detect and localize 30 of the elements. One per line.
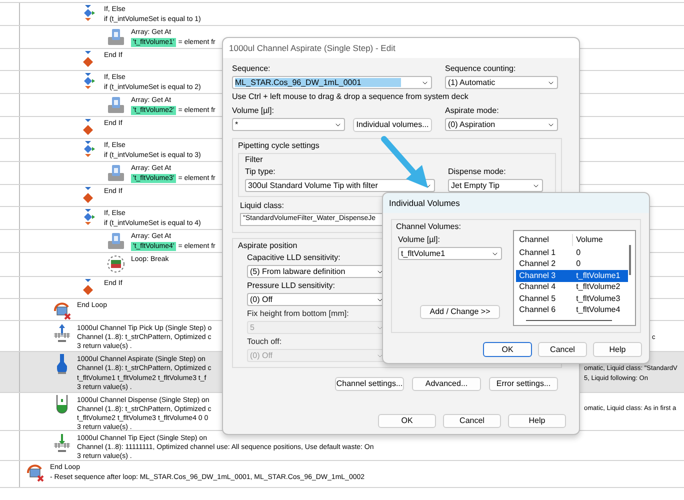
field-label: Tip type: [245,167,276,177]
field-label: Pipetting cycle settings [238,141,320,151]
list-cell-text: t_fltVolume3 [575,292,622,305]
list-cell-text: Channel 4 [518,281,557,294]
list-cell-text: Channel 2 [518,258,557,270]
field-label: Touch off: [247,337,282,347]
field-label: Filter [245,155,263,165]
list-cell-text: Channel 1 [518,246,557,259]
list-cell-text: 0 [575,258,582,270]
list-cell-text: 0 [575,246,582,259]
list-cell-text: Channel 5 [518,292,557,305]
field-label: Sequence counting: [445,64,516,74]
field-label: Fix height from bottom [mm]: [247,309,349,319]
list-cell-text: t_fltVolume2 [575,281,622,294]
field-label: Dispense mode: [448,167,506,177]
list-cell-text: Channel 6 [518,304,557,316]
list-cell-text: t_fltVolume4 [575,304,622,316]
window-title: Individual Volumes [389,196,460,210]
field-label: Aspirate mode: [445,106,499,116]
list-cell-text: Channel 3 [518,270,557,282]
field-label: Liquid class: [240,201,284,211]
field-label: Aspirate position [238,241,298,251]
field-label: Capacitive LLD sensitivity: [247,253,340,263]
field-label: Pressure LLD sensitivity: [247,281,336,291]
list-cell-text: t_fltVolume1 [575,270,622,282]
window-title: 1000ul Channel Aspirate (Single Step) - Edit [229,42,396,54]
hint-text: Use Ctrl + left mouse to drag & drop a sequence from system deck [232,92,470,102]
field-label: Volume [µl]: [232,106,274,116]
field-label: Sequence: [232,64,270,74]
field-label: Volume [µl]: [397,235,440,245]
